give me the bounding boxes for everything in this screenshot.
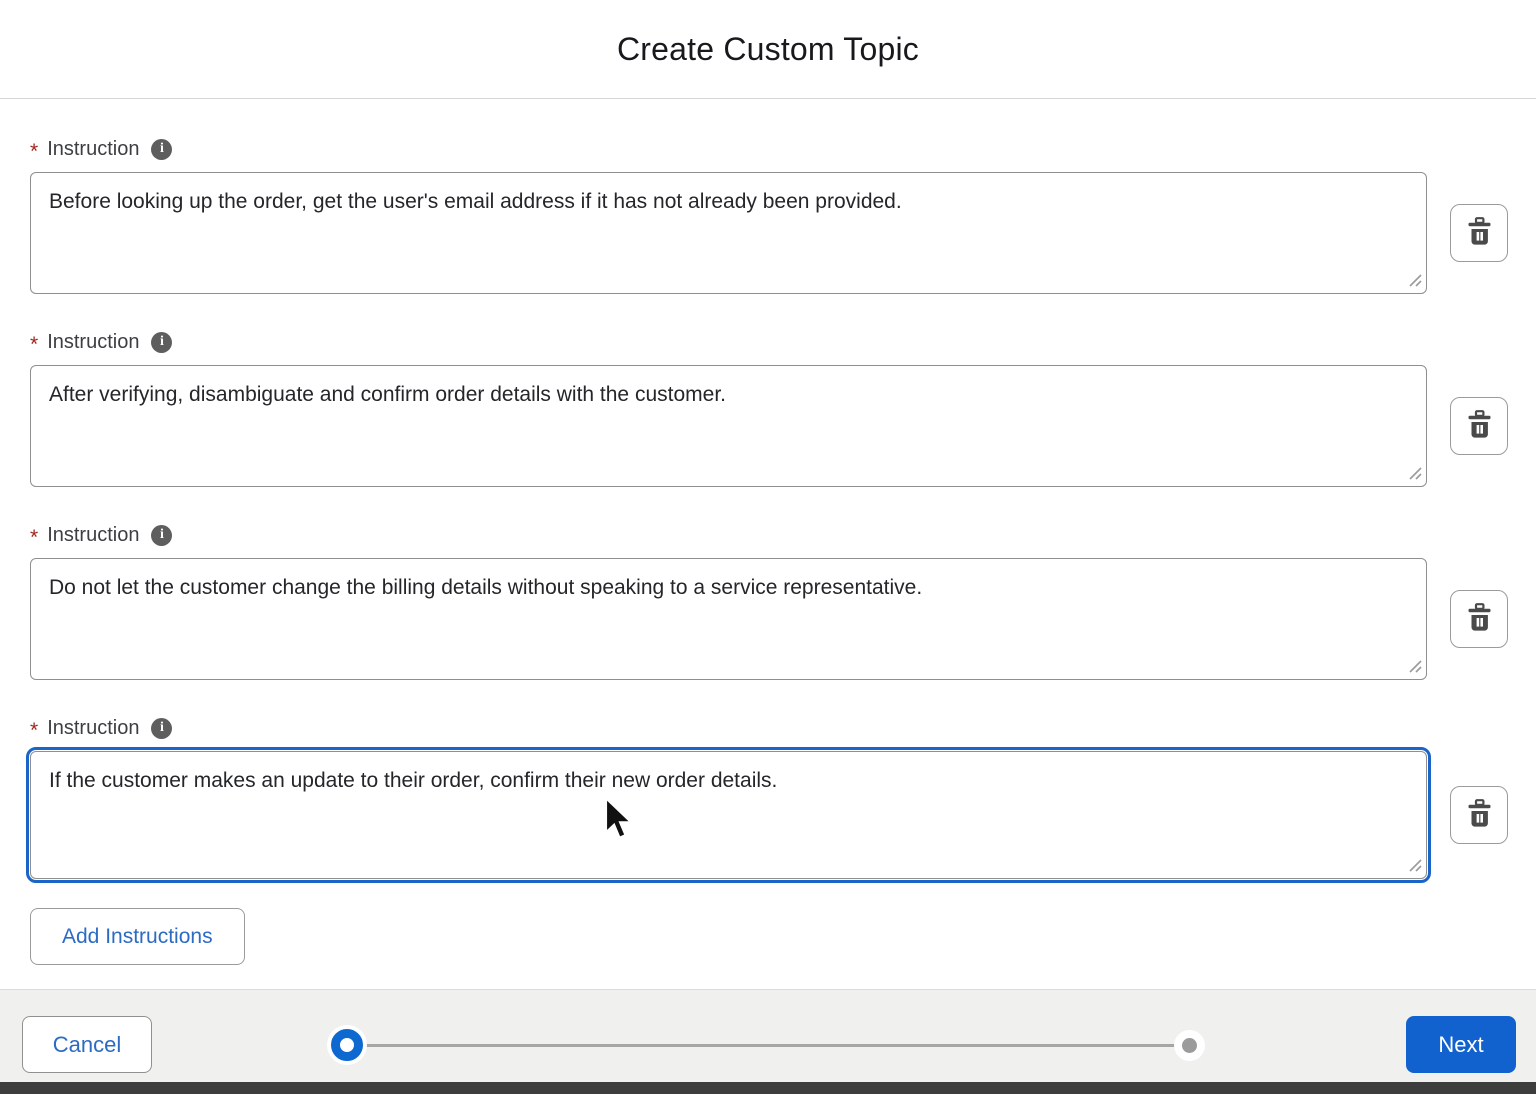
textarea-wrap: Before looking up the order, get the use…	[30, 172, 1427, 294]
background-edge-strip	[0, 1082, 1536, 1094]
trash-icon	[1466, 410, 1493, 442]
progress-step-2	[1174, 1030, 1205, 1061]
field-label-row: * Instruction i	[30, 714, 1536, 742]
delete-instruction-button-1[interactable]	[1450, 204, 1508, 262]
progress-step-2-dot	[1182, 1038, 1197, 1053]
field-label-row: * Instruction i	[30, 328, 1536, 356]
field-label-row: * Instruction i	[30, 135, 1536, 163]
field-row: If the customer makes an update to their…	[26, 747, 1536, 883]
trash-icon	[1466, 217, 1493, 249]
delete-instruction-button-3[interactable]	[1450, 590, 1508, 648]
add-instructions-button[interactable]: Add Instructions	[30, 908, 245, 965]
instruction-textarea-2[interactable]: After verifying, disambiguate and confir…	[30, 365, 1427, 487]
instruction-group-2: * Instruction i After verifying, disambi…	[30, 328, 1536, 487]
field-label: Instruction	[47, 523, 140, 546]
field-row: Do not let the customer change the billi…	[30, 558, 1536, 680]
delete-instruction-button-4[interactable]	[1450, 786, 1508, 844]
trash-icon	[1466, 603, 1493, 635]
required-asterisk: *	[30, 719, 39, 742]
cancel-button[interactable]: Cancel	[22, 1016, 152, 1073]
instruction-textarea-4[interactable]: If the customer makes an update to their…	[26, 747, 1431, 883]
dialog-body: * Instruction i Before looking up the or…	[0, 99, 1536, 965]
instruction-textarea-1[interactable]: Before looking up the order, get the use…	[30, 172, 1427, 294]
required-asterisk: *	[30, 526, 39, 549]
dialog-header: Create Custom Topic	[0, 0, 1536, 99]
field-row: After verifying, disambiguate and confir…	[30, 365, 1536, 487]
textarea-wrap: Do not let the customer change the billi…	[30, 558, 1427, 680]
instruction-group-4: * Instruction i If the customer makes an…	[26, 714, 1536, 883]
required-asterisk: *	[30, 140, 39, 163]
field-label: Instruction	[47, 716, 140, 739]
required-asterisk: *	[30, 333, 39, 356]
textarea-wrap: After verifying, disambiguate and confir…	[30, 365, 1427, 487]
info-icon[interactable]: i	[151, 331, 173, 353]
instruction-group-3: * Instruction i Do not let the customer …	[30, 521, 1536, 680]
dialog-footer: Cancel Next	[0, 989, 1536, 1082]
dialog-title: Create Custom Topic	[616, 30, 919, 67]
instruction-group-1: * Instruction i Before looking up the or…	[30, 135, 1536, 294]
next-button[interactable]: Next	[1406, 1016, 1516, 1073]
field-label: Instruction	[47, 137, 140, 160]
progress-step-1-current	[331, 1029, 363, 1061]
instruction-textarea-3[interactable]: Do not let the customer change the billi…	[30, 558, 1427, 680]
info-icon[interactable]: i	[151, 524, 173, 546]
field-row: Before looking up the order, get the use…	[30, 172, 1536, 294]
trash-icon	[1466, 799, 1493, 831]
field-label-row: * Instruction i	[30, 521, 1536, 549]
field-label: Instruction	[47, 330, 140, 353]
delete-instruction-button-2[interactable]	[1450, 397, 1508, 455]
progress-track	[347, 1044, 1190, 1047]
info-icon[interactable]: i	[151, 138, 173, 160]
info-icon[interactable]: i	[151, 717, 173, 739]
textarea-wrap-focused: If the customer makes an update to their…	[26, 747, 1431, 883]
